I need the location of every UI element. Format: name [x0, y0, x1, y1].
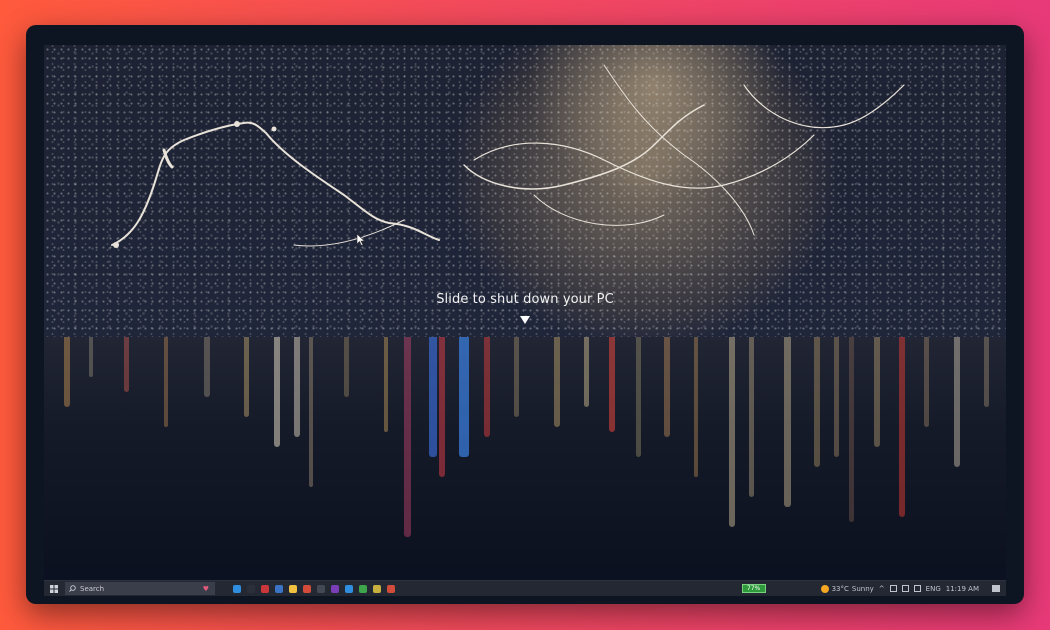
terminal-icon[interactable]	[317, 584, 325, 593]
clock[interactable]: 11:19 AM	[946, 585, 979, 593]
photos-icon[interactable]	[247, 584, 255, 593]
taskbar-search-input[interactable]: Search ♥	[65, 582, 215, 595]
network-icon[interactable]	[889, 585, 897, 592]
search-placeholder: Search	[80, 584, 105, 593]
weather-temp: 33°C	[831, 584, 849, 593]
shutdown-prompt: Slide to shut down your PC	[436, 292, 614, 307]
explorer-icon[interactable]	[289, 584, 297, 593]
language-indicator[interactable]: ENG	[926, 585, 941, 593]
windows-start-icon[interactable]	[47, 581, 61, 596]
chevron-up-icon[interactable]: ^	[879, 585, 885, 593]
weather-widget[interactable]: 33°C Sunny	[820, 584, 874, 593]
vscode-icon[interactable]	[345, 584, 353, 593]
arrow-down-icon[interactable]	[518, 314, 532, 326]
onenote-icon[interactable]	[331, 584, 339, 593]
sun-icon	[820, 584, 829, 593]
chrome-icon[interactable]	[359, 584, 367, 593]
wallpaper-reflection	[44, 337, 1006, 569]
word-icon[interactable]	[261, 584, 269, 593]
store-icon[interactable]	[275, 584, 283, 593]
system-tray: 77% 33°C Sunny ^ ENG 11:19 AM	[741, 584, 1006, 593]
weather-condition: Sunny	[851, 584, 874, 593]
desktop-screen: Slide to shut down your PC Search ♥ 77% …	[44, 45, 1006, 596]
mail-icon[interactable]	[373, 584, 381, 593]
slide-to-shutdown-panel[interactable]: Slide to shut down your PC	[44, 45, 1006, 337]
search-highlight-icon: ♥	[202, 584, 209, 593]
onedrive-icon[interactable]	[913, 585, 921, 592]
search-icon	[69, 585, 76, 592]
files-icon[interactable]	[387, 584, 395, 593]
pinned-apps	[233, 584, 395, 593]
app-window: Slide to shut down your PC Search ♥ 77% …	[26, 25, 1024, 604]
taskbar: Search ♥ 77% 33°C Sunny ^ ENG 11:19 AM	[44, 580, 1006, 596]
edge-icon[interactable]	[233, 584, 241, 593]
notes-icon[interactable]	[303, 584, 311, 593]
volume-icon[interactable]	[901, 585, 909, 592]
mouse-cursor-icon	[356, 233, 366, 246]
notification-icon[interactable]	[992, 585, 1000, 592]
battery-indicator[interactable]: 77%	[741, 584, 766, 593]
